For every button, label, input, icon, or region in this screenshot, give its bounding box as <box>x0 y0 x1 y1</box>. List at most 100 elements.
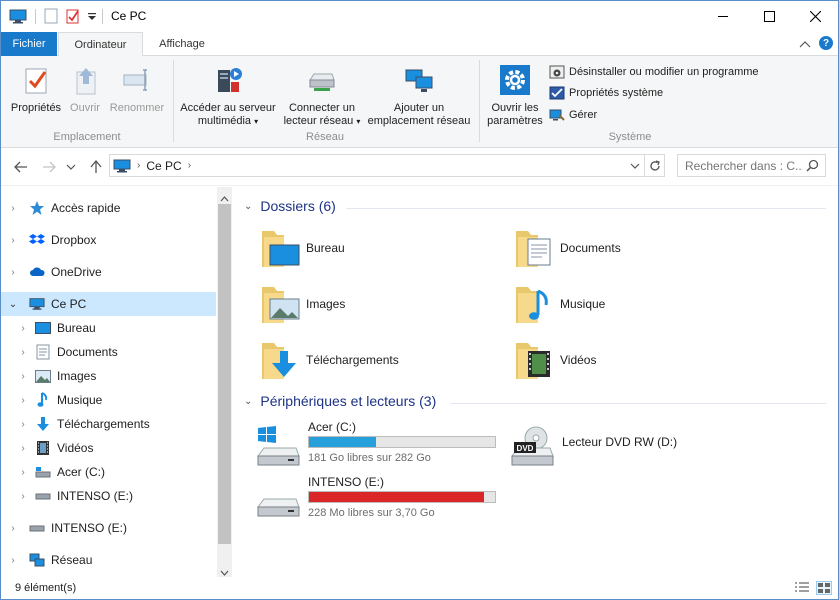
open-button[interactable]: Ouvrir <box>67 60 103 115</box>
group-divider <box>479 60 480 142</box>
recent-locations-button[interactable] <box>63 159 79 175</box>
expand-chevron-icon[interactable]: › <box>17 347 29 358</box>
item-count: 9 élément(s) <box>15 582 77 594</box>
tiles-view-icon[interactable] <box>816 581 832 595</box>
close-button[interactable] <box>792 1 838 31</box>
expand-chevron-icon[interactable]: › <box>17 323 29 334</box>
back-button[interactable] <box>13 159 29 175</box>
properties-button[interactable]: Propriétés <box>7 60 65 115</box>
sidebar-item-drive-c[interactable]: › Acer (C:) <box>1 460 216 484</box>
sidebar-item-videos[interactable]: › Vidéos <box>1 436 216 460</box>
sidebar-item-onedrive[interactable]: › OneDrive <box>1 260 216 284</box>
add-network-location-button[interactable]: Ajouter un emplacement réseau <box>365 60 473 128</box>
expand-chevron-icon[interactable]: › <box>7 203 19 214</box>
forward-button[interactable] <box>41 159 57 175</box>
expand-chevron-icon[interactable]: › <box>17 419 29 430</box>
navigation-scrollbar[interactable] <box>217 187 232 577</box>
manage-label: Gérer <box>569 109 598 121</box>
devices-section-title: Périphériques et lecteurs (3) <box>260 393 437 409</box>
search-input[interactable] <box>685 159 803 173</box>
usb-drive-icon <box>29 520 45 536</box>
expand-chevron-icon[interactable]: › <box>7 555 19 566</box>
computer-icon[interactable] <box>9 7 27 25</box>
expand-chevron-icon[interactable]: › <box>17 371 29 382</box>
folder-desktop[interactable]: Bureau <box>260 223 500 273</box>
add-location-label-line2: emplacement réseau <box>367 115 471 127</box>
folder-videos[interactable]: Vidéos <box>514 335 754 385</box>
address-bar[interactable]: › Ce PC › <box>109 154 665 177</box>
breadcrumb-this-pc[interactable]: Ce PC <box>146 159 181 173</box>
sidebar-label: Bureau <box>57 321 96 335</box>
network-location-icon <box>405 69 433 92</box>
refresh-icon[interactable] <box>644 155 664 176</box>
collapse-chevron-icon[interactable]: ⌄ <box>244 201 252 212</box>
expand-chevron-icon[interactable]: › <box>7 235 19 246</box>
scroll-up-icon[interactable] <box>220 191 229 205</box>
system-properties-button[interactable]: Propriétés système <box>549 84 663 102</box>
folder-documents[interactable]: Documents <box>514 223 754 273</box>
scrollbar-thumb[interactable] <box>218 204 231 544</box>
expand-chevron-icon[interactable]: › <box>17 467 29 478</box>
expand-chevron-icon[interactable]: › <box>17 395 29 406</box>
drive-e[interactable]: INTENSO (E:) 228 Mo libres sur 3,70 Go <box>256 475 506 529</box>
media-server-label-line2: multimédia <box>197 115 252 127</box>
breadcrumb-chevron-icon[interactable]: › <box>188 160 191 171</box>
tab-view[interactable]: Affichage <box>147 32 217 56</box>
network-drive-icon <box>309 73 335 91</box>
sidebar-item-images[interactable]: › Images <box>1 364 216 388</box>
map-network-drive-button[interactable]: Connecter un lecteur réseau ▾ <box>280 60 364 128</box>
maximize-button[interactable] <box>746 1 792 31</box>
drive-dvd[interactable]: DVD Lecteur DVD RW (D:) <box>510 420 760 474</box>
sidebar-item-desktop[interactable]: › Bureau <box>1 316 216 340</box>
expand-chevron-icon[interactable]: › <box>7 523 19 534</box>
drive-c[interactable]: Acer (C:) 181 Go libres sur 282 Go <box>256 420 506 474</box>
help-icon[interactable]: ? <box>819 36 833 50</box>
sidebar-item-drive-e[interactable]: › INTENSO (E:) <box>1 484 216 508</box>
devices-section-header[interactable]: ⌄ Périphériques et lecteurs (3) <box>244 393 436 409</box>
tab-file[interactable]: Fichier <box>1 32 57 56</box>
sidebar-item-network[interactable]: › Réseau <box>1 548 216 572</box>
open-settings-button[interactable]: Ouvrir les paramètres <box>485 60 545 128</box>
expand-chevron-icon[interactable]: › <box>17 491 29 502</box>
search-icon[interactable] <box>806 159 819 175</box>
up-button[interactable] <box>88 159 104 175</box>
ribbon-tabs: Fichier Ordinateur Affichage ? <box>1 32 838 57</box>
expand-chevron-icon[interactable]: › <box>17 443 29 454</box>
expand-chevron-icon[interactable]: › <box>7 267 19 278</box>
sidebar-item-quick-access[interactable]: › Accès rapide <box>1 196 216 220</box>
sidebar-item-this-pc[interactable]: ⌄ Ce PC <box>1 292 216 316</box>
images-icon <box>35 368 51 384</box>
svg-text:DVD: DVD <box>517 444 534 453</box>
sidebar-label: Images <box>57 369 97 383</box>
sidebar-item-documents[interactable]: › Documents <box>1 340 216 364</box>
minimize-button[interactable] <box>700 1 746 31</box>
breadcrumb-chevron-icon[interactable]: › <box>137 160 140 171</box>
folder-music[interactable]: Musique <box>514 279 754 329</box>
properties-quick-icon[interactable] <box>65 7 81 25</box>
collapse-ribbon-icon[interactable] <box>799 38 811 52</box>
manage-button[interactable]: Gérer <box>549 106 597 124</box>
videos-folder-icon <box>514 339 554 381</box>
uninstall-program-button[interactable]: Désinstaller ou modifier un programme <box>549 63 759 81</box>
collapse-chevron-icon[interactable]: ⌄ <box>244 396 252 407</box>
onedrive-cloud-icon <box>29 264 45 280</box>
collapse-chevron-icon[interactable]: ⌄ <box>7 299 19 310</box>
dropdown-arrow-icon: ▾ <box>254 117 259 126</box>
folder-images[interactable]: Images <box>260 279 500 329</box>
folders-section-header[interactable]: ⌄ Dossiers (6) <box>244 198 336 214</box>
details-view-icon[interactable] <box>794 581 810 595</box>
customize-quick-access-icon[interactable] <box>87 11 97 29</box>
tab-computer[interactable]: Ordinateur <box>58 32 143 57</box>
media-server-button[interactable]: Accéder au serveur multimédia ▾ <box>177 60 279 128</box>
new-file-icon[interactable] <box>43 7 59 25</box>
rename-button[interactable]: Renommer <box>107 60 167 115</box>
address-dropdown-icon[interactable] <box>630 159 640 173</box>
sidebar-item-intenso-root[interactable]: › INTENSO (E:) <box>1 516 216 540</box>
sidebar-item-music[interactable]: › Musique <box>1 388 216 412</box>
sidebar-item-dropbox[interactable]: › Dropbox <box>1 228 216 252</box>
search-box[interactable] <box>677 154 826 177</box>
folders-section-title: Dossiers (6) <box>260 198 336 214</box>
sidebar-item-downloads[interactable]: › Téléchargements <box>1 412 216 436</box>
folder-downloads[interactable]: Téléchargements <box>260 335 500 385</box>
folder-label: Bureau <box>306 241 345 255</box>
